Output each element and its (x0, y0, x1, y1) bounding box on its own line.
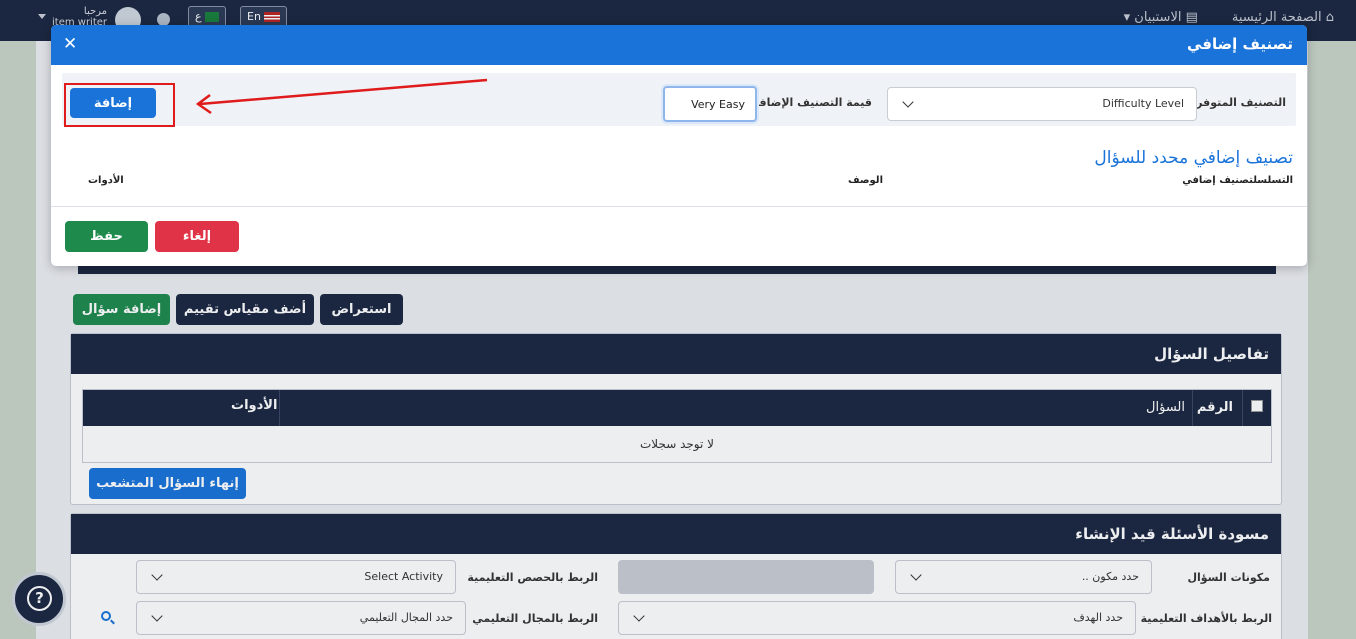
annotation-arrow (195, 78, 488, 115)
arrow-line (199, 78, 488, 106)
